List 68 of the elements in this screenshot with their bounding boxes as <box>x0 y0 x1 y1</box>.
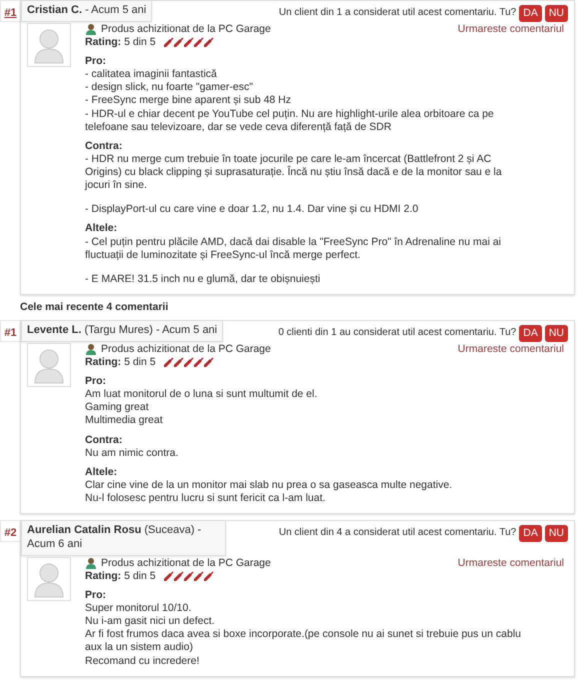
purchase-note: Produs achizitionat de la PC Garage <box>101 556 271 570</box>
follow-link[interactable]: Urmareste comentariul <box>458 342 564 355</box>
helpful-question: Un client din 4 a considerat util acest comentariu. Tu? <box>278 527 516 540</box>
yes-button[interactable]: DA <box>519 5 542 22</box>
review-text: - design slick, nu foarte "gamer-esc" <box>85 81 254 94</box>
review-text: Super monitorul 10/10. <box>85 602 192 616</box>
helpful-question: 0 clienti din 1 au considerat util acest comentariu. Tu? <box>278 327 516 340</box>
no-button[interactable]: NU <box>544 325 568 342</box>
review-text: Nu am nimic contra. <box>85 446 180 460</box>
review-text: Am luat monitorul de o luna si sunt multumit de el. <box>85 388 318 402</box>
wrench-icon <box>204 357 214 368</box>
buyer-icon <box>85 23 97 36</box>
no-button[interactable]: NU <box>544 525 568 542</box>
section-heading: Cele mai recente 4 comentarii <box>20 300 170 314</box>
section-title: Contra: <box>85 434 124 447</box>
review-text: - HDR nu merge cum trebuie în toate jocurile pe care le-am încercat (Battlefront 2 și AC Origins) cu black clipping și suprasaturație. Încă nu știu însă dacă e de la monitor sau e la jocuri în sine. <box>85 152 503 192</box>
yes-button[interactable]: DA <box>519 325 542 342</box>
review-number-link[interactable]: #1 <box>0 0 20 22</box>
wrench-icon <box>164 357 174 368</box>
no-button[interactable]: NU <box>544 5 568 22</box>
wrench-icon <box>194 571 204 582</box>
review-text: - DisplayPort-ul cu care vine e doar 1.2, nu 1.4. Dar vine și cu HDMI 2.0 <box>85 203 420 216</box>
wrench-icon <box>174 571 184 582</box>
wrench-icon <box>174 37 184 48</box>
section-title: Pro: <box>85 375 107 388</box>
purchase-note: Produs achizitionat de la PC Garage <box>101 22 271 36</box>
section-title: Altele: <box>85 466 118 479</box>
wrench-icon <box>184 571 194 582</box>
review-text: Clar cine vine de la un monitor mai slab nu prea o sa gaseasca multe negative. <box>85 478 454 492</box>
section-title: Altele: <box>85 222 118 236</box>
section-title: Pro: <box>85 588 107 602</box>
review-text: Recomand cu incredere! <box>85 654 200 668</box>
rating-text: Rating: 5 din 5 <box>85 356 156 369</box>
review-text: Nu i-am gasit nici un defect. <box>85 615 216 628</box>
follow-link[interactable]: Urmareste comentariul <box>458 22 564 35</box>
purchase-note: Produs achizitionat de la PC Garage <box>101 342 271 356</box>
wrench-icon <box>194 357 204 368</box>
review-text: Ar fi fost frumos daca avea si boxe incorporate.(pe console nu ai sunet si trebuie pus un cablu aux la un sistem audio) <box>85 628 522 654</box>
review-number-link[interactable]: #1 <box>0 320 20 342</box>
wrench-icon <box>204 571 214 582</box>
wrench-icon <box>164 571 174 582</box>
section-title: Pro: <box>85 55 107 68</box>
avatar-icon <box>27 342 71 387</box>
yes-button[interactable]: DA <box>519 525 542 542</box>
helpful-question: Un client din 1 a considerat util acest comentariu. Tu? <box>278 7 516 20</box>
follow-link[interactable]: Urmareste comentariul <box>458 556 564 569</box>
wrench-icon <box>164 37 174 48</box>
wrench-icon <box>204 37 214 48</box>
avatar-icon <box>27 556 71 601</box>
buyer-icon <box>85 343 97 356</box>
wrench-icon <box>184 357 194 368</box>
rating-text: Rating: 5 din 5 <box>85 570 156 583</box>
section-title: Contra: <box>85 140 124 153</box>
review-text: - HDR-ul e chiar decent pe YouTube cel puțin. Nu are highlight-urile alea orbitoare ca pe telefoane sau televizoare, dar se vede ceva diferență față de SDR <box>85 108 495 134</box>
review-number-link[interactable]: #2 <box>0 520 20 542</box>
avatar-icon <box>27 22 71 67</box>
rating-text: Rating: 5 din 5 <box>85 36 156 49</box>
review-text: - Cel puțin pentru plăcile AMD, dacă dai disable la "FreeSync Pro" în Adrenaline nu mai ai fluctuații de luminozitate și FreeSync-ul încă merge perfect. <box>85 236 502 262</box>
wrench-icon <box>174 357 184 368</box>
review-text: Multimedia great <box>85 414 164 428</box>
review-text: Gaming great <box>85 401 150 414</box>
review-text: - calitatea imaginii fantastică <box>85 68 218 82</box>
buyer-icon <box>85 557 97 570</box>
wrench-icon <box>194 37 204 48</box>
review-text: - FreeSync merge bine aparent și sub 48 Hz <box>85 94 292 108</box>
wrench-icon <box>184 37 194 48</box>
review-text: - E MARE! 31.5 inch nu e glumă, dar te obișnuiești <box>85 272 322 286</box>
review-text: Nu-l folosesc pentru lucru si sunt fericit ca l-am luat. <box>85 492 326 506</box>
